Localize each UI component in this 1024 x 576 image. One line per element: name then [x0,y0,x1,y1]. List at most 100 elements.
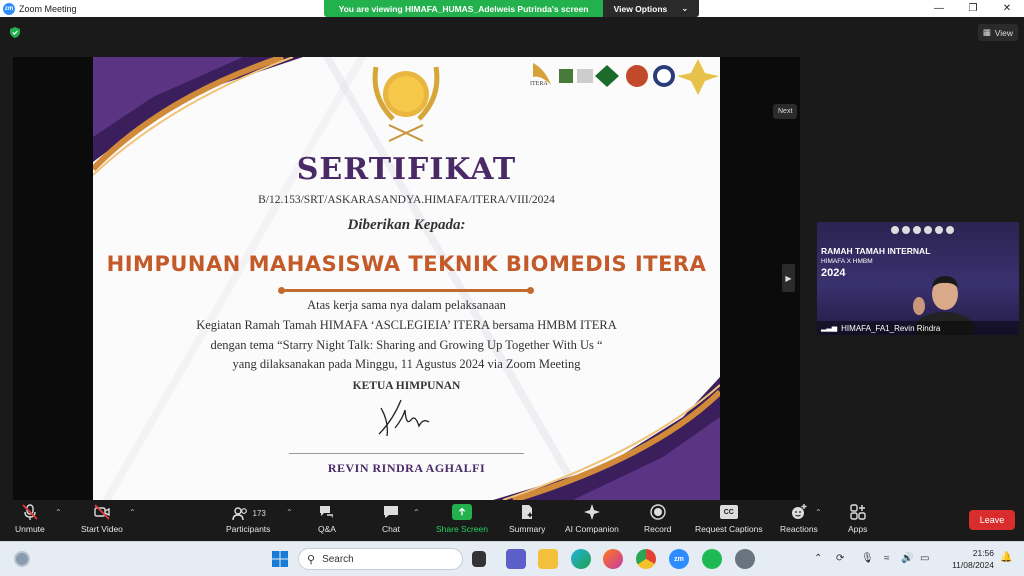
leave-button[interactable]: Leave [969,510,1015,530]
certificate-text-line4: yang dilaksanakan pada Minggu, 11 Agustu… [232,357,581,371]
view-options-label: View Options [613,3,668,14]
start-video-button[interactable]: Start Video [81,503,123,534]
record-label: Record [644,524,672,534]
certificate-slide: ITERA SERTIFIKAT B/12.153/SRT/ASKARASAND… [93,57,720,500]
apps-icon [849,504,866,520]
chat-button[interactable]: Chat [382,503,400,534]
taskbar-clock[interactable]: 21:56 11/08/2024 [944,547,994,571]
weather-icon[interactable] [14,551,30,567]
participant-name: HIMAFA_FA1_Revin Rindra [841,323,941,333]
chat-icon [384,506,398,518]
spotify-icon[interactable] [702,549,722,569]
clock-date: 11/08/2024 [952,560,994,570]
captions-icon: CC [719,505,738,519]
certificate-text-line3: dengan tema “Starry Night Talk: Sharing … [210,338,603,352]
chrome-icon[interactable] [636,549,656,569]
organization-logos [533,59,719,95]
qa-button[interactable]: Q&A [318,503,336,534]
sync-icon[interactable]: ⟳ [836,553,844,564]
share-screen-label: Share Screen [436,524,488,534]
zoom-icon[interactable]: zm [669,549,689,569]
reactions-button[interactable]: Reactions [780,503,818,534]
close-icon[interactable]: ✕ [990,0,1024,17]
windows-taskbar: ⚲ Search zm ⌃ ⟳ 🎙 ≈ 🔊 ▭ 21:56 11/08/2024… [0,541,1024,576]
share-screen-icon [451,504,472,520]
chevron-down-icon: ⌄ [681,3,689,13]
wifi-icon[interactable]: ≈ [884,553,890,564]
certificate-text-line2: Kegiatan Ramah Tamah HIMAFA ‘ASCLEGIEIA’… [196,318,617,332]
record-button[interactable]: Record [644,503,671,534]
unmute-button[interactable]: Unmute [15,503,45,534]
collapse-panel-arrow-icon[interactable]: ▶ [782,264,795,292]
participants-label: Participants [226,524,271,534]
certificate-divider [278,287,534,294]
firefox-icon[interactable] [603,549,623,569]
search-placeholder: Search [322,553,354,565]
signal-bars-icon: ▂▃▅ [821,325,838,332]
participant-video-tile[interactable]: RAMAH TAMAH INTERNAL HIMAFA X HMBM 2024 … [817,222,1019,335]
screen-share-banner: You are viewing HIMAFA_HUMAS_Adelweis Pu… [324,0,699,17]
share-banner-text: You are viewing HIMAFA_HUMAS_Adelweis Pu… [324,0,603,17]
teams-icon[interactable] [506,549,526,569]
zoom-meeting-window: zm Zoom Meeting — ❐ ✕ You are viewing HI… [0,0,1024,576]
encryption-shield-icon[interactable] [10,27,20,38]
video-background-logos [891,226,954,234]
ai-companion-label: AI Companion [565,524,619,534]
participants-caret-icon[interactable]: ⌃ [286,508,293,517]
view-button-label: View [994,27,1013,38]
clock-time: 21:56 [972,548,994,558]
audio-options-caret-icon[interactable]: ⌃ [55,508,62,517]
minimize-icon[interactable]: — [922,0,956,17]
task-view-icon[interactable] [472,551,486,567]
microphone-icon[interactable]: 🎙 [861,553,874,564]
participants-button[interactable]: 173 Participants [226,503,270,534]
signer-title: KETUA HIMPUNAN [352,380,461,392]
medal-emblem [372,66,440,142]
window-controls: — ❐ ✕ [922,0,1024,17]
share-screen-button[interactable]: Share Screen [436,503,488,534]
signer-name: REVIN RINDRA AGHALFI [327,461,486,475]
grid-icon: ▦ [982,27,991,37]
file-explorer-icon[interactable] [538,549,558,569]
ai-companion-icon [583,504,600,520]
handwritten-signature [378,399,430,437]
view-button[interactable]: ▦ View [977,24,1018,41]
maximize-icon[interactable]: ❐ [956,0,990,17]
chat-caret-icon[interactable]: ⌃ [413,508,420,517]
volume-icon[interactable]: 🔊 [901,553,913,564]
summary-label: Summary [509,524,546,534]
request-captions-button[interactable]: CC Request Captions [695,503,763,534]
edge-icon[interactable] [571,549,591,569]
unmute-label: Unmute [15,524,45,534]
summary-button[interactable]: Summary [509,503,545,534]
ai-companion-button[interactable]: AI Companion [565,503,619,534]
shared-screen-area: ITERA SERTIFIKAT B/12.153/SRT/ASKARASAND… [13,57,800,500]
participant-count: 173 [252,509,266,518]
reactions-caret-icon[interactable]: ⌃ [815,508,822,517]
qa-label: Q&A [318,524,336,534]
certificate-given-to: Diberikan Kepada: [347,217,466,233]
itera-logo-label: ITERA [530,81,548,87]
view-options-button[interactable]: View Options ⌄ [603,0,699,17]
signature-line [289,453,524,454]
window-title: Zoom Meeting [19,3,77,14]
meeting-toolbar: Unmute ⌃ Start Video ⌃ 173 Participants … [0,500,1024,541]
summary-icon [522,505,534,519]
battery-icon[interactable]: ▭ [920,553,929,564]
certificate-title: SERTIFIKAT [296,152,517,187]
video-bg-year: 2024 [821,267,846,279]
participants-icon [231,506,247,520]
video-options-caret-icon[interactable]: ⌃ [129,508,136,517]
search-icon: ⚲ [307,553,316,566]
apps-button[interactable]: Apps [848,503,867,534]
windows-start-icon[interactable] [270,549,290,569]
taskbar-search[interactable]: ⚲ Search [298,548,463,570]
participant-name-label: ▂▃▅ HIMAFA_FA1_Revin Rindra [817,321,1019,335]
settings-icon[interactable] [735,549,755,569]
apps-label: Apps [848,524,868,534]
certificate-text-line1: Atas kerja sama nya dalam pelaksanaan [307,298,506,312]
qa-icon [320,506,333,518]
notification-bell-icon[interactable]: 🔔 [1000,552,1012,563]
next-tooltip[interactable]: Next [773,104,798,119]
tray-overflow-icon[interactable]: ⌃ [814,553,822,564]
